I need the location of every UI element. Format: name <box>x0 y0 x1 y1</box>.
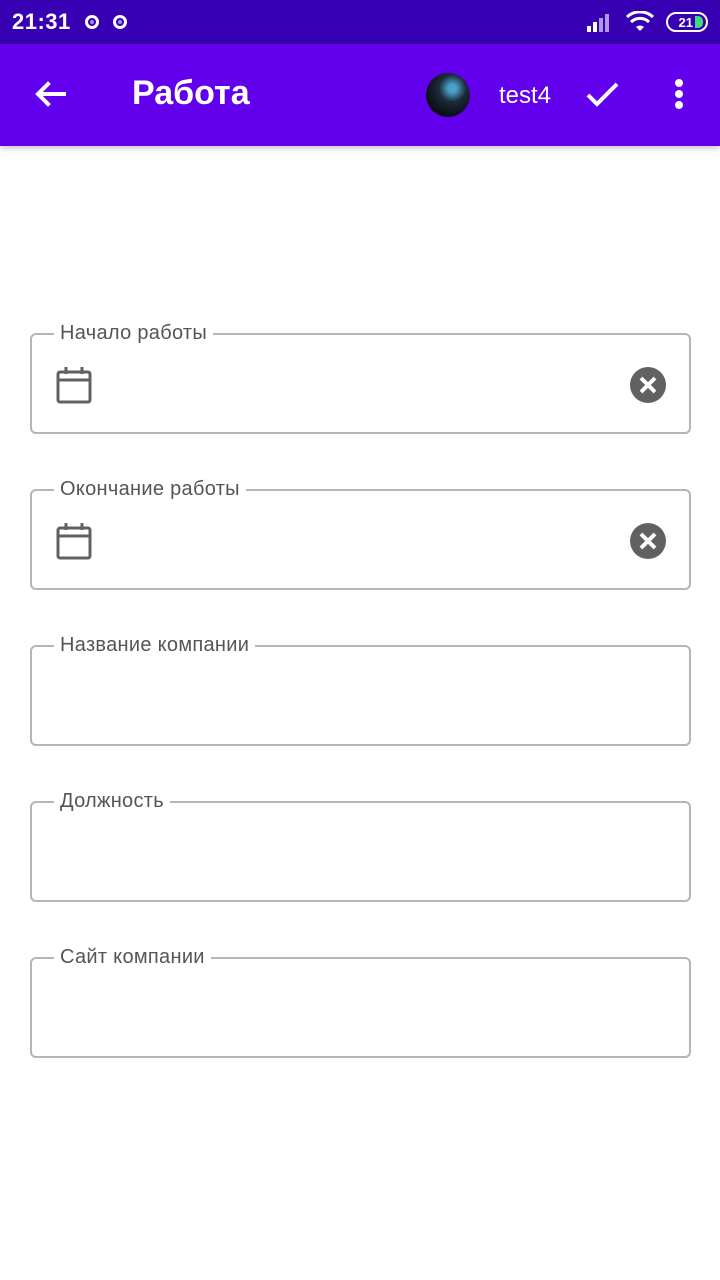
app-bar: Работа test4 <box>0 44 720 146</box>
company-name-label: Название компании <box>54 632 256 658</box>
calendar-icon[interactable] <box>54 365 94 405</box>
battery-icon: 21 <box>666 12 708 32</box>
battery-level: 21 <box>678 14 693 30</box>
signal-icon <box>587 14 609 32</box>
page-title: Работа <box>132 74 250 112</box>
end-date-field[interactable]: Окончание работы <box>30 476 691 590</box>
more-vert-icon[interactable] <box>664 74 694 114</box>
position-label: Должность <box>54 788 170 814</box>
check-icon[interactable] <box>582 74 622 114</box>
end-date-label: Окончание работы <box>54 476 246 502</box>
company-site-field[interactable]: Сайт компании <box>30 944 691 1058</box>
company-site-label: Сайт компании <box>54 944 211 970</box>
username: test4 <box>499 82 552 109</box>
arrow-back-icon[interactable] <box>28 72 72 116</box>
clear-icon[interactable] <box>628 521 668 561</box>
wifi-icon <box>626 11 654 31</box>
calendar-icon[interactable] <box>54 521 94 561</box>
start-date-label: Начало работы <box>54 320 214 346</box>
notification-dot-icon <box>112 15 127 29</box>
clear-icon[interactable] <box>628 365 668 405</box>
status-icons: 21 <box>586 11 708 33</box>
start-date-field[interactable]: Начало работы <box>30 320 691 434</box>
status-time: 21:31 <box>12 9 71 34</box>
company-name-field[interactable]: Название компании <box>30 632 691 746</box>
position-field[interactable]: Должность <box>30 788 691 902</box>
notification-dot-icon <box>84 15 99 29</box>
status-bar: 21:31 21 <box>0 0 720 44</box>
battery-fill <box>695 16 703 28</box>
avatar[interactable] <box>426 73 470 117</box>
